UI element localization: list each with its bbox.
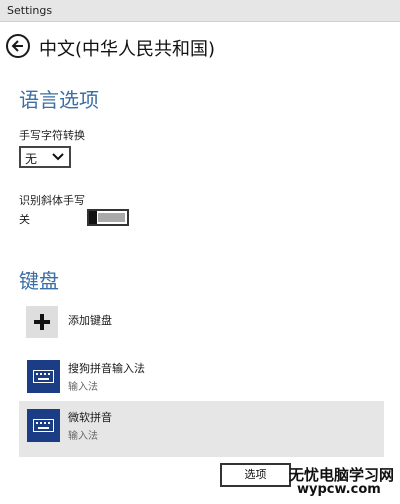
toggle-knob — [89, 211, 97, 224]
italic-recognition-toggle[interactable] — [87, 209, 129, 226]
handwriting-conversion-dropdown[interactable]: 无 — [19, 146, 71, 168]
keyboard-name: 搜狗拼音输入法 — [68, 362, 145, 375]
keyboard-icon — [27, 409, 60, 442]
page-header: 中文(中华人民共和国) — [0, 26, 400, 68]
watermark-url: wypcw.com — [297, 482, 381, 497]
back-button[interactable] — [6, 34, 30, 58]
plus-icon — [26, 306, 58, 338]
options-button[interactable]: 选项 — [220, 463, 291, 487]
keyboards-heading: 键盘 — [19, 269, 59, 293]
page-title: 中文(中华人民共和国) — [39, 39, 216, 60]
title-bar: Settings — [0, 0, 400, 22]
toggle-track — [98, 213, 125, 222]
add-keyboard-label: 添加键盘 — [68, 314, 112, 327]
window-title: Settings — [7, 4, 53, 17]
keyboard-item-sogou[interactable]: 搜狗拼音输入法 输入法 — [19, 352, 384, 404]
keyboard-type: 输入法 — [68, 382, 98, 393]
keyboard-item-microsoft-pinyin[interactable]: 微软拼音 输入法 — [19, 401, 384, 457]
italic-recognition-label: 识别斜体手写 — [19, 194, 85, 207]
keyboard-name: 微软拼音 — [68, 411, 112, 424]
toggle-state-label: 关 — [19, 213, 30, 226]
handwriting-conversion-label: 手写字符转换 — [19, 129, 85, 142]
language-options-heading: 语言选项 — [19, 88, 99, 112]
back-arrow-icon — [11, 40, 23, 52]
keyboard-icon — [27, 360, 60, 393]
keyboard-type: 输入法 — [68, 431, 98, 442]
chevron-down-icon — [52, 153, 64, 161]
dropdown-value: 无 — [25, 152, 38, 166]
